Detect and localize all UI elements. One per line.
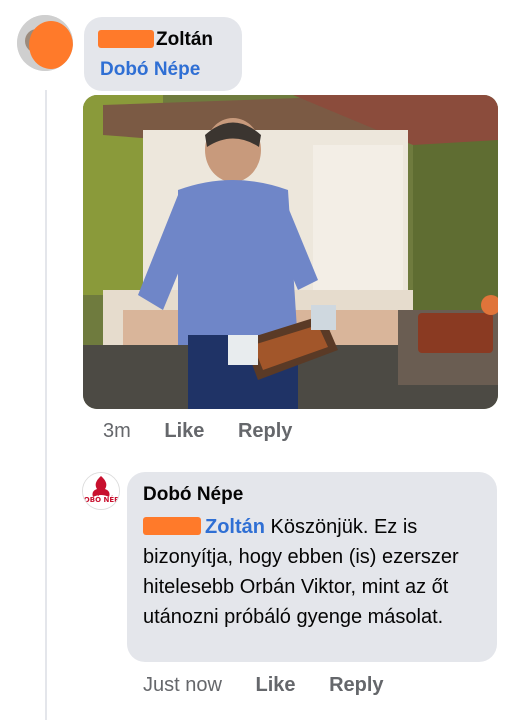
reply-mention-name[interactable]: Zoltán: [205, 516, 265, 538]
thread-line: [45, 90, 47, 720]
like-button[interactable]: Like: [256, 674, 296, 696]
reply-button[interactable]: Reply: [238, 420, 292, 442]
comment-actions: 3m Like Reply: [103, 420, 320, 443]
reply-timestamp: Just now: [143, 674, 222, 696]
comment-photo[interactable]: [83, 95, 498, 409]
commenter-avatar[interactable]: [17, 15, 73, 71]
redaction-mark: [143, 517, 201, 535]
reply-author[interactable]: Dobó Népe: [143, 484, 243, 506]
comment-mention-link[interactable]: Dobó Népe: [100, 59, 200, 81]
reply-actions: Just now Like Reply: [143, 674, 412, 697]
comment-author-name[interactable]: Zoltán: [156, 29, 213, 50]
reply-mention-link[interactable]: Zoltán: [143, 516, 265, 538]
reply-button[interactable]: Reply: [329, 674, 383, 696]
avatar-logo-text: DOBÓ NÉPE: [83, 495, 119, 504]
reply-text: Zoltán Köszönjük. Ez is bizonyítja, hogy…: [143, 512, 483, 632]
comment-timestamp: 3m: [103, 420, 131, 442]
page-avatar[interactable]: DOBÓ NÉPE: [82, 472, 120, 510]
like-button[interactable]: Like: [164, 420, 204, 442]
redaction-mark: [98, 30, 154, 48]
comment-author[interactable]: Zoltán: [98, 29, 213, 51]
